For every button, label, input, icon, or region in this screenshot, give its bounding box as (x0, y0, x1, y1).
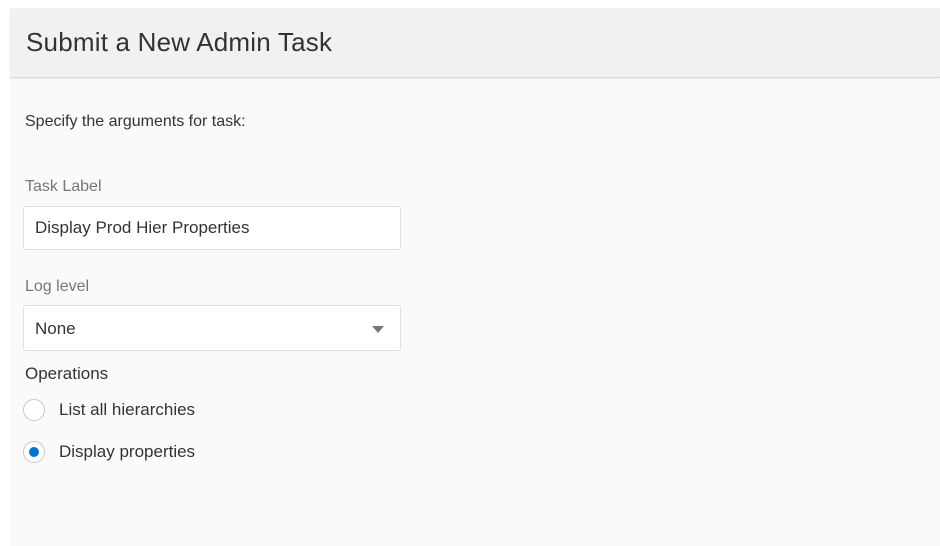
chevron-down-icon[interactable] (372, 326, 384, 333)
log-level-value: None (35, 319, 76, 338)
dialog-header: Submit a New Admin Task (10, 8, 940, 78)
task-label-input[interactable] (23, 206, 401, 250)
log-level-caption: Log level (25, 278, 90, 295)
radio-display-properties[interactable]: Display properties (23, 439, 195, 465)
radio-label-display-properties: Display properties (59, 442, 196, 461)
intro-text: Specify the arguments for task: (25, 113, 246, 130)
radio-label-list-all: List all hierarchies (59, 400, 196, 419)
dialog-title: Submit a New Admin Task (26, 27, 333, 57)
admin-task-dialog: Submit a New Admin Task Specify the argu… (10, 8, 940, 546)
log-level-select[interactable]: None (23, 305, 401, 351)
radio-selected-dot (29, 447, 39, 457)
task-label-caption: Task Label (25, 178, 102, 195)
operations-label: Operations (25, 364, 109, 383)
radio-button-checked[interactable] (23, 441, 45, 463)
radio-button-unchecked[interactable] (23, 399, 45, 421)
radio-list-all-hierarchies[interactable]: List all hierarchies (23, 397, 195, 423)
